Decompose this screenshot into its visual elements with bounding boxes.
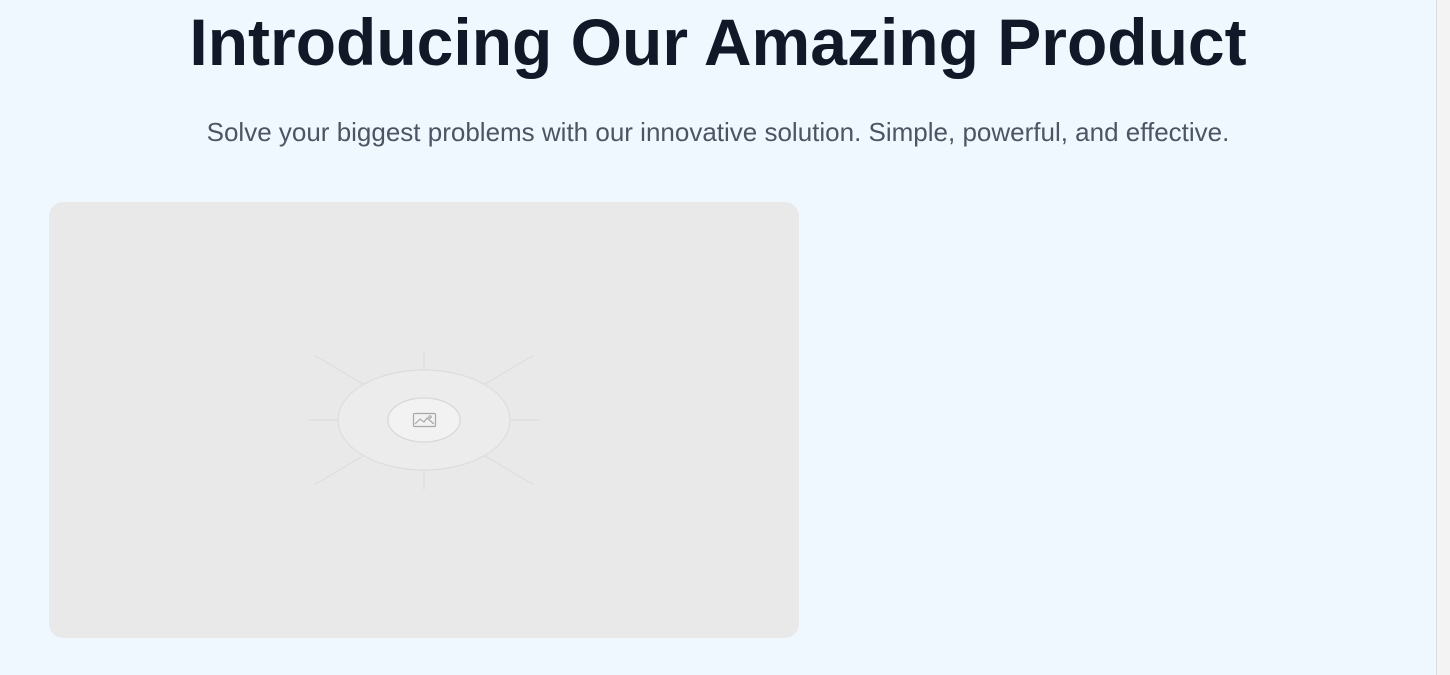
hero-title: Introducing Our Amazing Product [189,5,1247,79]
image-placeholder-graphic [309,352,539,490]
hero-section: Introducing Our Amazing Product Solve yo… [0,0,1436,675]
hero-subtitle: Solve your biggest problems with our inn… [206,117,1230,147]
image-placeholder-card [49,202,799,638]
placeholder-inner-ellipse [387,397,461,443]
page-scrollbar[interactable] [1436,0,1450,675]
